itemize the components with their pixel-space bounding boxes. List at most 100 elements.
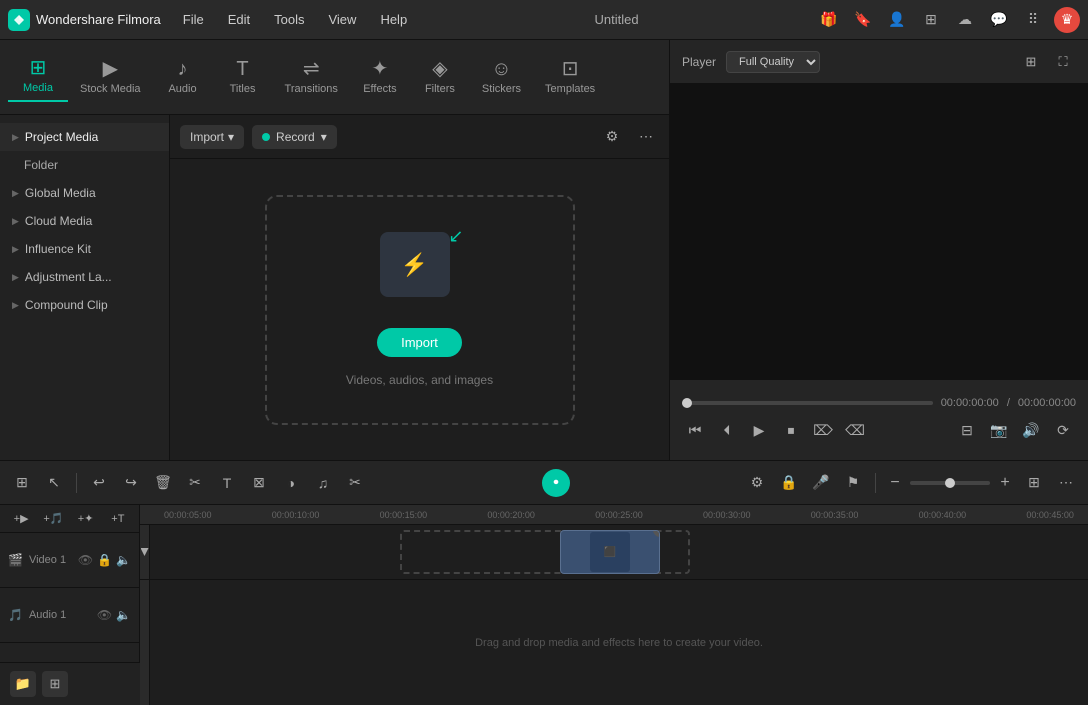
menu-tools[interactable]: Tools: [264, 8, 314, 31]
menu-help[interactable]: Help: [370, 8, 417, 31]
tab-transitions[interactable]: ⇌ Transitions: [273, 53, 350, 101]
color-button[interactable]: ◑: [277, 469, 305, 497]
down-arrow-icon: ↙: [448, 226, 463, 247]
upgrade-icon[interactable]: ♛: [1054, 7, 1080, 33]
ruler-mark-6: 00:00:35:00: [811, 510, 859, 520]
zoom-plus-button[interactable]: +: [994, 472, 1016, 494]
video-eye-icon[interactable]: 👁: [78, 553, 93, 567]
ruler-mark-2: 00:00:15:00: [380, 510, 428, 520]
menu-view[interactable]: View: [318, 8, 366, 31]
quality-select[interactable]: Full Quality 1/2 Quality 1/4 Quality: [726, 51, 820, 73]
text-tool-button[interactable]: T: [213, 469, 241, 497]
tab-filters[interactable]: ◈ Filters: [410, 53, 470, 101]
templates-tab-label: Templates: [545, 83, 595, 95]
filter-icon[interactable]: ⚙: [599, 124, 625, 150]
import-zone-button[interactable]: Import: [377, 328, 462, 357]
undo-button[interactable]: ↩: [85, 469, 113, 497]
add-audio-track-button[interactable]: +🎵: [40, 505, 66, 533]
redo-button[interactable]: ↪: [117, 469, 145, 497]
add-effect-track-button[interactable]: +✦: [73, 505, 99, 533]
effects-tab-icon: ✦: [372, 59, 389, 79]
import-drop-zone[interactable]: ⚡ ↙ Import Videos, audios, and images: [265, 195, 575, 425]
voiceover-icon[interactable]: 🔊: [1018, 417, 1044, 443]
import-button[interactable]: Import ▾: [180, 125, 244, 149]
audio-track-1[interactable]: Drag and drop media and effects here to …: [140, 580, 1088, 705]
sidebar-item-adjustment-la[interactable]: ▶ Adjustment La...: [0, 263, 169, 291]
sidebar-item-cloud-media[interactable]: ▶ Cloud Media: [0, 207, 169, 235]
clip-handle[interactable]: [653, 530, 660, 537]
menu-edit[interactable]: Edit: [218, 8, 260, 31]
markers-button[interactable]: ⚑: [839, 469, 867, 497]
mark-out-icon[interactable]: ⌫: [842, 417, 868, 443]
stop-icon[interactable]: ⏹: [778, 417, 804, 443]
sidebar-item-compound-clip[interactable]: ▶ Compound Clip: [0, 291, 169, 319]
mark-in-icon[interactable]: ⌦: [810, 417, 836, 443]
video-clip-1[interactable]: ⬛: [560, 530, 660, 574]
settings-tl-button[interactable]: ⚙: [743, 469, 771, 497]
split-view-icon[interactable]: ⊞: [1018, 49, 1044, 75]
titles-tab-icon: T: [236, 59, 248, 79]
grid-icon[interactable]: ⠿: [1020, 7, 1046, 33]
add-video-track-button[interactable]: +▶: [8, 505, 34, 533]
help-circle-icon[interactable]: 💬: [986, 7, 1012, 33]
record-tl-button[interactable]: ⏺: [542, 469, 570, 497]
tab-stickers[interactable]: ☺ Stickers: [470, 53, 533, 101]
pointer-tool-button[interactable]: ↖: [40, 469, 68, 497]
add-text-track-button[interactable]: +T: [105, 505, 131, 533]
sidebar-item-project-media[interactable]: ▶ Project Media: [0, 123, 169, 151]
person-icon[interactable]: 👤: [884, 7, 910, 33]
progress-handle[interactable]: [682, 398, 692, 408]
menu-file[interactable]: File: [173, 8, 214, 31]
more-options-icon[interactable]: ⋯: [633, 124, 659, 150]
zoom-slider[interactable]: [910, 481, 990, 485]
audio-button[interactable]: ♫: [309, 469, 337, 497]
scissors-button[interactable]: ✂: [341, 469, 369, 497]
zoom-minus-button[interactable]: −: [884, 472, 906, 494]
go-to-start-icon[interactable]: ⏮: [682, 417, 708, 443]
tab-media[interactable]: ⊞ Media: [8, 52, 68, 102]
progress-bar[interactable]: [682, 401, 933, 405]
snapshot-icon[interactable]: 📷: [986, 417, 1012, 443]
playhead-handle[interactable]: [141, 548, 149, 556]
sidebar-item-folder[interactable]: Folder: [0, 151, 169, 179]
select-tool-button[interactable]: ⊞: [8, 469, 36, 497]
import-dropdown-arrow: ▾: [228, 130, 234, 144]
zoom-handle[interactable]: [945, 478, 955, 488]
record-button[interactable]: Record ▾: [252, 125, 337, 149]
export-frame-icon[interactable]: ⊟: [954, 417, 980, 443]
tab-titles[interactable]: T Titles: [213, 53, 273, 101]
video-track-1[interactable]: ⬛: [140, 525, 1088, 580]
ruler-mark-1: 00:00:10:00: [272, 510, 320, 520]
render-preview-icon[interactable]: ⟳: [1050, 417, 1076, 443]
fullscreen-icon[interactable]: ⛶: [1050, 49, 1076, 75]
mic-button[interactable]: 🎤: [807, 469, 835, 497]
gift-icon[interactable]: 🎁: [816, 7, 842, 33]
tab-templates[interactable]: ⊡ Templates: [533, 53, 607, 101]
more-tl-button[interactable]: ⋯: [1052, 469, 1080, 497]
tab-audio[interactable]: ♪ Audio: [153, 53, 213, 101]
delete-button[interactable]: 🗑: [149, 469, 177, 497]
cut-button[interactable]: ✂: [181, 469, 209, 497]
download-cloud-icon[interactable]: ☁: [952, 7, 978, 33]
bookmark-icon[interactable]: 🔖: [850, 7, 876, 33]
video-mute-icon[interactable]: 🔈: [116, 553, 131, 567]
play-icon[interactable]: ▶: [746, 417, 772, 443]
record-button-label: Record: [276, 130, 315, 144]
sidebar-item-global-media[interactable]: ▶ Global Media: [0, 179, 169, 207]
lock-button[interactable]: 🔒: [775, 469, 803, 497]
layout-icon[interactable]: ⊞: [918, 7, 944, 33]
sidebar-item-influence-kit[interactable]: ▶ Influence Kit: [0, 235, 169, 263]
left-panel: ⊞ Media ▶ Stock Media ♪ Audio T Titles ⇌…: [0, 40, 670, 460]
audio-eye-icon[interactable]: 👁: [97, 608, 112, 622]
menu-icons: 🎁 🔖 👤 ⊞ ☁ 💬 ⠿ ♛: [816, 7, 1080, 33]
video-lock-icon[interactable]: 🔒: [97, 553, 112, 567]
global-media-arrow: ▶: [12, 188, 19, 199]
rewind-icon[interactable]: ⏴: [714, 417, 740, 443]
crop-button[interactable]: ⊠: [245, 469, 273, 497]
tab-stock-media[interactable]: ▶ Stock Media: [68, 53, 153, 101]
tab-effects[interactable]: ✦ Effects: [350, 53, 410, 101]
player-header-right: ⊞ ⛶: [1018, 49, 1076, 75]
grid-tl-button[interactable]: ⊞: [1020, 469, 1048, 497]
audio-mute-icon[interactable]: 🔈: [116, 608, 131, 622]
stock-media-tab-label: Stock Media: [80, 83, 141, 95]
